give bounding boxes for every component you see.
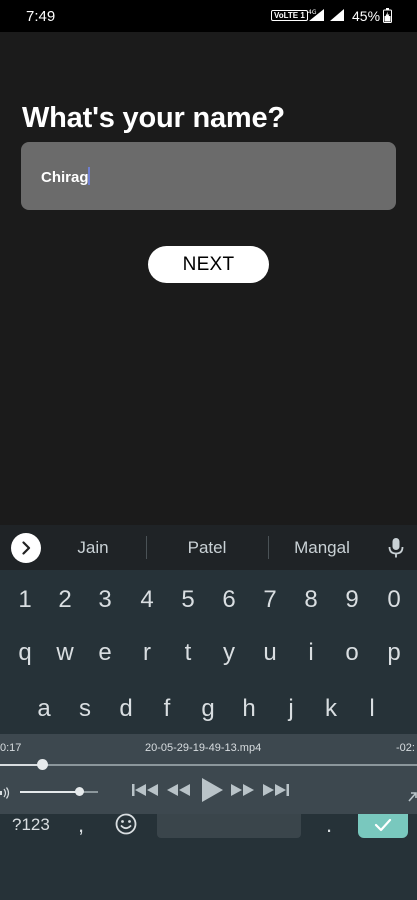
key-4[interactable]: 4 [127, 586, 167, 614]
key-1[interactable]: 1 [5, 586, 45, 614]
battery-percent: 45% [352, 8, 381, 24]
volume-bar-fill [20, 791, 83, 793]
expand-icon[interactable] [408, 789, 417, 807]
play-icon[interactable] [199, 776, 225, 809]
key-t[interactable]: t [168, 639, 208, 667]
key-5[interactable]: 5 [168, 586, 208, 614]
next-button[interactable]: NEXT [148, 246, 269, 283]
keyboard-suggestion-strip: Jain Patel Mangal [0, 525, 417, 570]
enter-key[interactable] [358, 814, 408, 838]
key-r[interactable]: r [127, 639, 167, 667]
key-u[interactable]: u [250, 639, 290, 667]
seek-thumb[interactable] [37, 759, 48, 770]
key-a[interactable]: a [24, 695, 64, 723]
key-8[interactable]: 8 [291, 586, 331, 614]
key-w[interactable]: w [45, 639, 85, 667]
key-g[interactable]: g [188, 695, 228, 723]
microphone-icon[interactable] [387, 537, 405, 564]
symbols-key[interactable]: ?123 [12, 815, 50, 835]
skip-next-icon[interactable] [262, 779, 290, 806]
emoji-icon[interactable] [114, 812, 138, 841]
media-player-overlay: 0:17 20-05-29-19-49-13.mp4 -02: [0, 734, 417, 814]
name-input-value[interactable]: Chirag [41, 167, 90, 186]
key-h[interactable]: h [229, 695, 269, 723]
suggestion-3[interactable]: Mangal [272, 538, 372, 558]
app-content: What's your name? Chirag NEXT [0, 32, 417, 525]
signal-4g-icon: 4G [307, 8, 325, 27]
key-9[interactable]: 9 [332, 586, 372, 614]
volume-thumb[interactable] [75, 787, 84, 796]
key-3[interactable]: 3 [85, 586, 125, 614]
key-j[interactable]: j [271, 695, 311, 723]
checkmark-icon [374, 818, 392, 832]
suggestion-2[interactable]: Patel [157, 538, 257, 558]
status-time: 7:49 [26, 8, 56, 25]
seek-bar[interactable] [0, 764, 417, 766]
volume-bar[interactable] [20, 791, 98, 793]
space-key[interactable] [157, 814, 301, 838]
key-p[interactable]: p [374, 639, 414, 667]
signal-icon [329, 8, 345, 27]
chevron-right-icon[interactable] [11, 533, 41, 563]
suggestion-divider [146, 536, 147, 559]
volume-icon[interactable] [0, 786, 10, 804]
key-q[interactable]: q [5, 639, 45, 667]
key-0[interactable]: 0 [374, 586, 414, 614]
key-o[interactable]: o [332, 639, 372, 667]
key-k[interactable]: k [311, 695, 351, 723]
keyboard-bottom-row: ?123 , . [0, 812, 417, 900]
rewind-icon[interactable] [165, 779, 193, 806]
volte-badge: VoLTE 1 [271, 10, 308, 21]
key-7[interactable]: 7 [250, 586, 290, 614]
remaining-time: -02: [396, 742, 415, 754]
key-s[interactable]: s [65, 695, 105, 723]
seek-bar-fill [0, 764, 42, 766]
key-2[interactable]: 2 [45, 586, 85, 614]
suggestion-1[interactable]: Jain [43, 538, 143, 558]
media-file-name: 20-05-29-19-49-13.mp4 [145, 742, 262, 754]
key-l[interactable]: l [352, 695, 392, 723]
key-d[interactable]: d [106, 695, 146, 723]
key-f[interactable]: f [147, 695, 187, 723]
fast-forward-icon[interactable] [229, 779, 257, 806]
battery-charging-icon [383, 8, 392, 28]
key-i[interactable]: i [291, 639, 331, 667]
page-title: What's your name? [22, 102, 285, 134]
comma-key[interactable]: , [78, 812, 84, 838]
elapsed-time: 0:17 [0, 742, 22, 754]
suggestion-divider [268, 536, 269, 559]
svg-text:4G: 4G [308, 9, 317, 16]
name-input[interactable]: Chirag [21, 142, 396, 210]
period-key[interactable]: . [326, 812, 332, 838]
key-e[interactable]: e [85, 639, 125, 667]
text-cursor [87, 167, 90, 185]
skip-previous-icon[interactable] [131, 779, 159, 806]
status-bar: 7:49 VoLTE 1 4G 45% [0, 0, 417, 32]
key-y[interactable]: y [209, 639, 249, 667]
key-6[interactable]: 6 [209, 586, 249, 614]
